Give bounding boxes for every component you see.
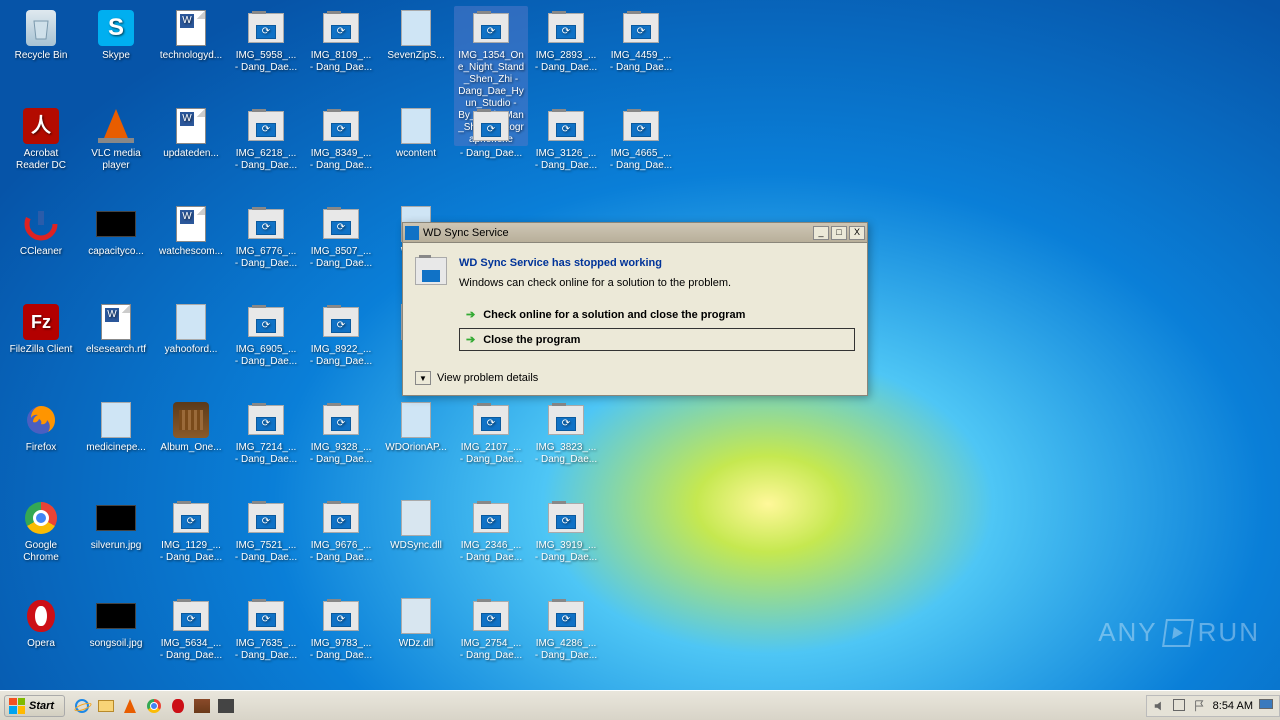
desktop-icon-acrobatreaderdc[interactable]: 人Acrobat Reader DC [4, 104, 78, 172]
desktop-icon-updateden[interactable]: updateden... [154, 104, 228, 160]
view-problem-details[interactable]: ▼ View problem details [415, 363, 855, 385]
dialog-app-icon [405, 226, 419, 240]
desktop-icon-img8922[interactable]: IMG_8922_...- Dang_Dae... [304, 300, 378, 368]
desktop-icon-firefox[interactable]: Firefox [4, 398, 78, 454]
arrow-icon: ➔ [466, 308, 475, 321]
taskbar: Start 8:54 AM [0, 690, 1280, 720]
desktop-icon-img7521[interactable]: IMG_7521_...- Dang_Dae... [229, 496, 303, 564]
desktop-icon-wdzdll[interactable]: WDz.dll [379, 594, 453, 650]
explorer-icon[interactable] [95, 695, 117, 717]
desktop-icon-img4286[interactable]: IMG_4286_...- Dang_Dae... [529, 594, 603, 662]
anyrun-watermark: ANY RUN [1098, 617, 1260, 648]
desktop-icon-img8349[interactable]: IMG_8349_...- Dang_Dae... [304, 104, 378, 172]
desktop-icon-img3126[interactable]: IMG_3126_...- Dang_Dae... [529, 104, 603, 172]
tray-icon-2[interactable] [1173, 699, 1187, 713]
desktop-icon-elsesearchrtf[interactable]: elsesearch.rtf [79, 300, 153, 356]
desktop-icon-img1129[interactable]: IMG_1129_...- Dang_Dae... [154, 496, 228, 564]
desktop-icon-img6905[interactable]: IMG_6905_...- Dang_Dae... [229, 300, 303, 368]
desktop-icon-sevenzips[interactable]: SevenZipS... [379, 6, 453, 62]
desktop-icon-technologyd[interactable]: technologyd... [154, 6, 228, 62]
ie-icon[interactable] [71, 695, 93, 717]
flag-icon[interactable] [1193, 699, 1207, 713]
desktop-icon-img3823[interactable]: IMG_3823_...- Dang_Dae... [529, 398, 603, 466]
desktop-icon-img9783[interactable]: IMG_9783_...- Dang_Dae... [304, 594, 378, 662]
desktop-icon-recyclebin[interactable]: Recycle Bin [4, 6, 78, 62]
desktop-icon-img3919[interactable]: IMG_3919_...- Dang_Dae... [529, 496, 603, 564]
opera-taskbar-icon[interactable] [167, 695, 189, 717]
dialog-heading: WD Sync Service has stopped working [459, 257, 855, 269]
desktop-icon-medicinepe[interactable]: medicinepe... [79, 398, 153, 454]
vlc-taskbar-icon[interactable] [119, 695, 141, 717]
watermark-play-icon [1162, 619, 1194, 647]
maximize-button[interactable]: □ [831, 226, 847, 240]
desktop-icon-songsoiljpg[interactable]: songsoil.jpg [79, 594, 153, 650]
expand-triangle-icon: ▼ [415, 371, 431, 385]
chrome-taskbar-icon[interactable] [143, 695, 165, 717]
desktop-icon-ccleaner[interactable]: CCleaner [4, 202, 78, 258]
start-button[interactable]: Start [4, 695, 65, 717]
desktop-icon-capacityco[interactable]: capacityco... [79, 202, 153, 258]
dialog-title-text: WD Sync Service [423, 227, 813, 239]
desktop-icon-img2107[interactable]: IMG_2107_...- Dang_Dae... [454, 398, 528, 466]
desktop-icon-img7635[interactable]: IMG_7635_...- Dang_Dae... [229, 594, 303, 662]
quick-launch [71, 695, 237, 717]
desktop-icon-skype[interactable]: SSkype [79, 6, 153, 62]
dialog-titlebar[interactable]: WD Sync Service _ □ X [403, 223, 867, 243]
desktop-icon-img2754[interactable]: IMG_2754_...- Dang_Dae... [454, 594, 528, 662]
desktop-icon-silverunjpg[interactable]: silverun.jpg [79, 496, 153, 552]
desktop-icon-opera[interactable]: Opera [4, 594, 78, 650]
error-dialog: WD Sync Service _ □ X WD Sync Service ha… [402, 222, 868, 396]
desktop-icon-img8507[interactable]: IMG_8507_...- Dang_Dae... [304, 202, 378, 270]
desktop-icon-yahooford[interactable]: yahooford... [154, 300, 228, 356]
desktop-icon-img6776[interactable]: IMG_6776_...- Dang_Dae... [229, 202, 303, 270]
desktop-icon-wdorionap[interactable]: WDOrionAP... [379, 398, 453, 454]
show-desktop-icon[interactable] [1259, 699, 1273, 713]
start-label: Start [29, 700, 54, 712]
desktop-icon-vlcmediaplayer[interactable]: VLC media player [79, 104, 153, 172]
desktop-icon-img2346[interactable]: IMG_2346_...- Dang_Dae... [454, 496, 528, 564]
desktop-icon-albumone[interactable]: Album_One... [154, 398, 228, 454]
option-check-online-label: Check online for a solution and close th… [483, 309, 745, 321]
desktop[interactable]: Recycle BinSSkypetechnologyd...IMG_5958_… [0, 0, 1280, 690]
close-button[interactable]: X [849, 226, 865, 240]
desktop-icon-img9328[interactable]: IMG_9328_...- Dang_Dae... [304, 398, 378, 466]
dialog-subtext: Windows can check online for a solution … [459, 277, 855, 289]
desktop-icon-img5634[interactable]: IMG_5634_...- Dang_Dae... [154, 594, 228, 662]
view-problem-details-label: View problem details [437, 372, 538, 384]
volume-icon[interactable] [1153, 699, 1167, 713]
desktop-icon-[interactable]: - Dang_Dae... [454, 104, 528, 160]
watermark-text-a: ANY [1098, 617, 1157, 648]
app-taskbar-icon-1[interactable] [191, 695, 213, 717]
watermark-text-b: RUN [1198, 617, 1260, 648]
desktop-icon-img4459[interactable]: IMG_4459_...- Dang_Dae... [604, 6, 678, 74]
clock[interactable]: 8:54 AM [1213, 700, 1253, 712]
system-tray: 8:54 AM [1146, 695, 1280, 717]
option-close-program[interactable]: ➔ Close the program [459, 328, 855, 351]
option-close-program-label: Close the program [483, 334, 580, 346]
dialog-folder-icon [415, 257, 447, 285]
desktop-icon-img8109[interactable]: IMG_8109_...- Dang_Dae... [304, 6, 378, 74]
desktop-icon-img5958[interactable]: IMG_5958_...- Dang_Dae... [229, 6, 303, 74]
minimize-button[interactable]: _ [813, 226, 829, 240]
windows-logo-icon [9, 698, 25, 714]
desktop-icon-img7214[interactable]: IMG_7214_...- Dang_Dae... [229, 398, 303, 466]
desktop-icon-watchescom[interactable]: watchescom... [154, 202, 228, 258]
arrow-icon: ➔ [466, 333, 475, 346]
desktop-icon-wdsyncdll[interactable]: WDSync.dll [379, 496, 453, 552]
desktop-icon-grid: Recycle BinSSkypetechnologyd...IMG_5958_… [0, 0, 8, 16]
desktop-icon-img6218[interactable]: IMG_6218_...- Dang_Dae... [229, 104, 303, 172]
option-check-online[interactable]: ➔ Check online for a solution and close … [459, 303, 855, 326]
app-taskbar-icon-2[interactable] [215, 695, 237, 717]
desktop-icon-img9676[interactable]: IMG_9676_...- Dang_Dae... [304, 496, 378, 564]
dialog-body: WD Sync Service has stopped working Wind… [403, 243, 867, 395]
desktop-icon-wcontent[interactable]: wcontent [379, 104, 453, 160]
desktop-icon-filezillaclient[interactable]: FzFileZilla Client [4, 300, 78, 356]
desktop-icon-img4665[interactable]: IMG_4665_...- Dang_Dae... [604, 104, 678, 172]
desktop-icon-googlechrome[interactable]: Google Chrome [4, 496, 78, 564]
desktop-icon-img2893[interactable]: IMG_2893_...- Dang_Dae... [529, 6, 603, 74]
